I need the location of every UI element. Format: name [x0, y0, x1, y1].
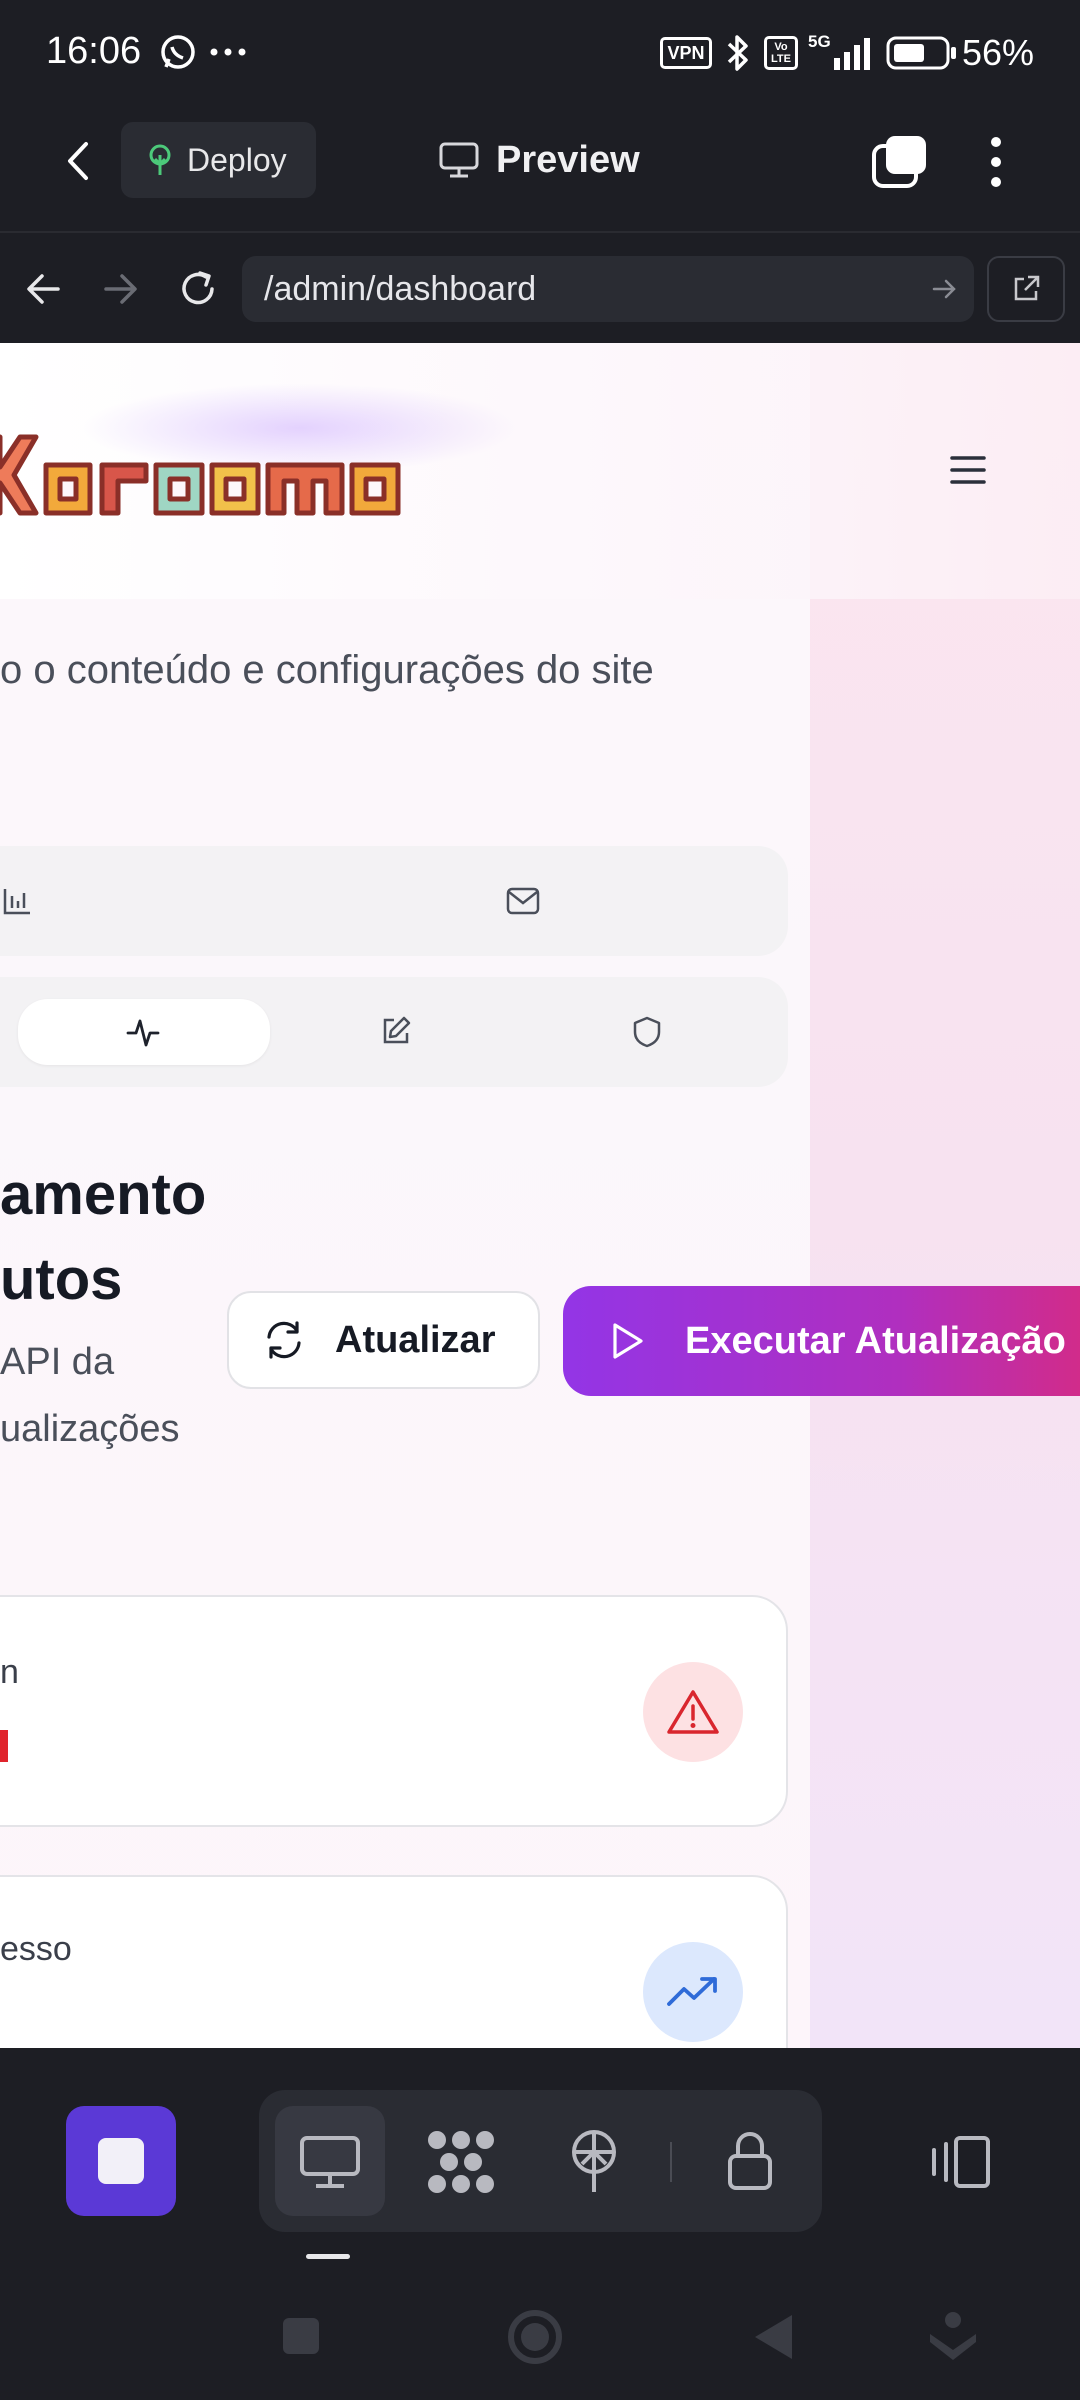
- reload-icon[interactable]: [176, 267, 220, 311]
- assistant-icon[interactable]: [928, 2310, 978, 2364]
- karooma-logo[interactable]: [0, 429, 520, 521]
- page-subtitle: o o conteúdo e configurações do site: [0, 648, 654, 692]
- app-header: Deploy Preview: [0, 110, 1080, 230]
- section-desc-line1: API da: [0, 1341, 115, 1383]
- hamburger-menu-icon[interactable]: [948, 453, 996, 493]
- browser-bar: /admin/dashboard: [0, 231, 1080, 343]
- refresh-button[interactable]: Atualizar: [227, 1291, 540, 1389]
- open-external-button[interactable]: [987, 256, 1065, 322]
- web-content: o o conteúdo e configurações do site ame…: [0, 343, 1080, 2048]
- url-text: /admin/dashboard: [264, 269, 537, 308]
- run-update-label: Executar Atualização: [685, 1319, 1066, 1362]
- status-bar: 16:06 VPN Vo LTE 5G 56%: [0, 0, 1080, 110]
- overflow-menu-icon[interactable]: [986, 134, 1006, 190]
- analytics-bars-icon[interactable]: [2, 886, 32, 916]
- warning-triangle-icon: [666, 1688, 720, 1736]
- desktop-icon: [298, 2134, 362, 2190]
- vpn-badge: VPN: [660, 37, 712, 69]
- trending-up-icon: [666, 1974, 720, 2010]
- run-update-button[interactable]: Executar Atualização: [563, 1286, 1080, 1396]
- deploy-tree-icon: [145, 143, 175, 177]
- bottom-toolbar: [0, 2048, 1080, 2268]
- site-header: [0, 343, 1080, 599]
- home-circle-icon[interactable]: [506, 2308, 564, 2366]
- status-time: 16:06: [46, 30, 142, 72]
- play-icon: [609, 1321, 645, 1361]
- battery-icon: [886, 36, 958, 70]
- card1-label: n: [0, 1653, 19, 1691]
- mail-icon[interactable]: [506, 886, 540, 916]
- preview-label: Preview: [496, 138, 640, 181]
- stop-button[interactable]: [66, 2106, 176, 2216]
- battery-percent: 56%: [962, 32, 1035, 73]
- card2-label: esso: [0, 1930, 72, 1968]
- monitor-icon: [438, 141, 480, 179]
- section-desc-line2: ualizações: [0, 1408, 180, 1450]
- volte-badge: Vo LTE: [764, 36, 798, 70]
- error-indicator: [0, 1730, 8, 1762]
- section-heading-line2: utos: [0, 1247, 123, 1312]
- more-dots-icon: [210, 48, 246, 56]
- refresh-icon: [263, 1319, 305, 1361]
- shield-icon[interactable]: [632, 1015, 662, 1049]
- publish-icon[interactable]: [566, 2128, 622, 2196]
- url-field[interactable]: /admin/dashboard: [242, 256, 974, 322]
- deploy-button[interactable]: Deploy: [121, 122, 316, 198]
- lock-icon[interactable]: [724, 2130, 776, 2192]
- activity-pulse-icon: [126, 1015, 160, 1049]
- signal-icon: [812, 36, 876, 70]
- admin-tabbar-top: [0, 846, 788, 956]
- refresh-label: Atualizar: [335, 1318, 496, 1361]
- back-triangle-icon[interactable]: [752, 2313, 794, 2361]
- recents-square-icon[interactable]: [281, 2316, 321, 2356]
- url-go-arrow-icon[interactable]: [932, 278, 958, 300]
- nodes-icon[interactable]: [425, 2128, 497, 2196]
- whatsapp-icon: [158, 32, 198, 72]
- warning-badge: [643, 1662, 743, 1762]
- bluetooth-icon: [724, 32, 752, 74]
- open-external-icon: [1010, 273, 1042, 305]
- edit-icon[interactable]: [380, 1015, 412, 1047]
- browser-back-icon[interactable]: [24, 271, 62, 307]
- section-heading-line1: amento: [0, 1162, 207, 1227]
- trend-badge: [643, 1942, 743, 2042]
- toolbar-indicator: [306, 2254, 350, 2259]
- system-nav-bar: [0, 2268, 1080, 2400]
- preview-title: Preview: [438, 132, 640, 188]
- device-switch-icon[interactable]: [926, 2134, 992, 2190]
- deploy-label: Deploy: [187, 141, 287, 178]
- back-chevron-icon[interactable]: [58, 138, 98, 184]
- browser-forward-icon[interactable]: [102, 271, 140, 307]
- stop-icon: [96, 2136, 146, 2186]
- tool-divider: [670, 2142, 672, 2182]
- tabs-switcher-icon[interactable]: [870, 134, 928, 190]
